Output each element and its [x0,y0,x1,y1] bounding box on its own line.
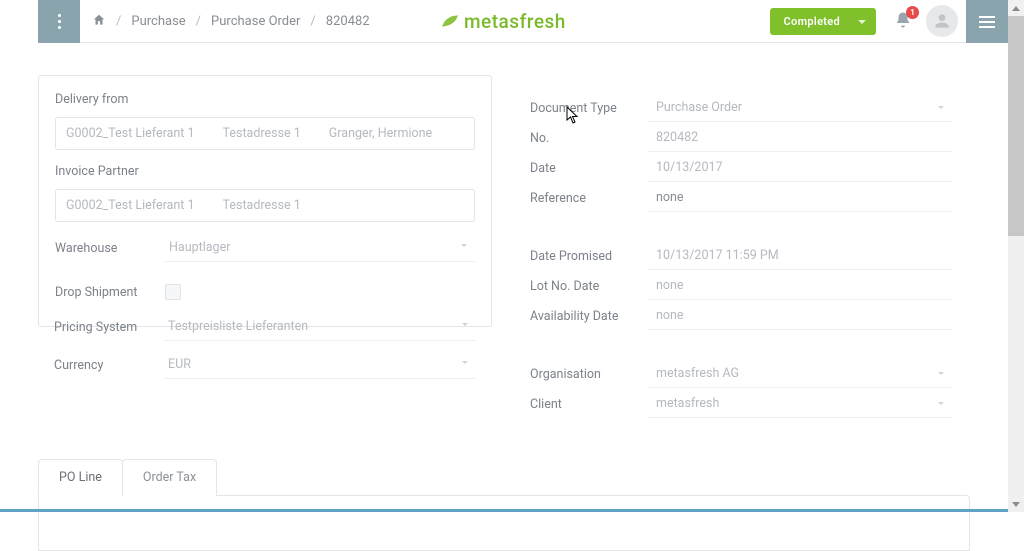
logo[interactable]: metasfresh [440,10,566,33]
breadcrumb-sep: / [310,14,315,29]
scroll-thumb[interactable] [1008,16,1024,236]
chevron-down-icon [461,244,467,247]
breadcrumb-item-docno: 820482 [326,14,370,29]
doc-status-label: Completed [784,15,840,28]
app-header: / Purchase / Purchase Order / 820482 met… [0,0,1008,43]
leaf-icon [440,10,460,33]
tab-panel [38,495,970,551]
organisation-select[interactable]: metasfresh AG [648,360,952,388]
avatar[interactable] [926,5,958,37]
tab-list: PO Line Order Tax [38,459,970,496]
date-field[interactable]: 10/13/2017 [648,154,952,182]
lot-no-date-field[interactable]: none [648,272,952,300]
pricing-block: Pricing System Testpreisliste Lieferante… [38,311,492,387]
pricing-system-value: Testpreisliste Lieferanten [168,319,308,334]
date-promised-label: Date Promised [530,249,648,264]
pricing-system-label: Pricing System [54,320,164,335]
drop-shipment-checkbox[interactable] [165,284,181,300]
scroll-up-button[interactable] [1008,0,1024,16]
reference-label: Reference [530,191,648,206]
more-icon [58,14,61,29]
breadcrumb-item-purchase-order[interactable]: Purchase Order [211,14,300,29]
document-details: Document Type Purchase Order No. 820482 … [530,93,960,419]
warehouse-value: Hauptlager [169,240,230,255]
notifications-button[interactable]: 1 [894,11,916,33]
warehouse-select[interactable]: Hauptlager [165,234,475,262]
organisation-label: Organisation [530,367,648,382]
side-panel-toggle[interactable] [966,0,1008,43]
client-select[interactable]: metasfresh [648,390,952,418]
client-label: Client [530,397,648,412]
breadcrumb-sep: / [116,14,121,29]
invoice-partner-label: Invoice Partner [55,164,475,179]
chevron-down-icon [938,402,944,405]
date-value: 10/13/2017 [656,160,723,175]
caret-down-icon [858,20,866,24]
breadcrumb-item-purchase[interactable]: Purchase [131,14,185,29]
notification-badge: 1 [906,6,919,19]
chevron-down-icon [462,361,468,364]
menu-toggle[interactable] [38,0,80,43]
delivery-partner: G0002_Test Lieferant 1 [66,126,195,141]
detail-tabs: PO Line Order Tax [38,459,970,551]
no-value: 820482 [656,130,698,145]
invoice-address: Testadresse 1 [223,198,301,213]
reference-field[interactable]: none [648,184,952,212]
availability-date-field[interactable]: none [648,302,952,330]
breadcrumb: / Purchase / Purchase Order / 820482 [92,0,370,43]
home-icon[interactable] [92,13,106,31]
no-field[interactable]: 820482 [648,124,952,152]
doc-type-value: Purchase Order [656,100,742,115]
warehouse-label: Warehouse [55,241,165,256]
scroll-down-button[interactable] [1008,496,1024,512]
logo-text: metasfresh [464,10,566,33]
currency-label: Currency [54,358,164,373]
hamburger-icon [979,16,995,28]
vertical-scrollbar[interactable] [1008,0,1024,512]
delivery-contact: Granger, Hermione [329,126,432,141]
delivery-from-label: Delivery from [55,92,475,107]
tab-po-line[interactable]: PO Line [38,459,123,496]
currency-select[interactable]: EUR [164,351,476,379]
availability-date-value: none [656,308,684,323]
invoice-partner: G0002_Test Lieferant 1 [66,198,195,213]
date-label: Date [530,161,648,176]
drop-shipment-label: Drop Shipment [55,285,165,300]
lot-no-date-value: none [656,278,684,293]
tab-order-tax[interactable]: Order Tax [122,459,217,496]
availability-date-label: Availability Date [530,309,648,324]
chevron-down-icon [938,106,944,109]
content-area: Delivery from G0002_Test Lieferant 1 Tes… [0,43,1008,512]
currency-value: EUR [168,357,191,372]
chevron-down-icon [938,372,944,375]
date-promised-value: 10/13/2017 11:59 PM [656,248,779,263]
doc-type-label: Document Type [530,101,648,116]
delivery-card: Delivery from G0002_Test Lieferant 1 Tes… [38,75,492,327]
invoice-partner-lookup[interactable]: G0002_Test Lieferant 1 Testadresse 1 [55,189,475,222]
header-left-spacer [0,0,38,43]
breadcrumb-sep: / [196,14,201,29]
lot-no-date-label: Lot No. Date [530,279,648,294]
doc-status-button[interactable]: Completed [770,8,876,35]
chevron-down-icon [462,323,468,326]
organisation-value: metasfresh AG [656,366,739,381]
date-promised-field[interactable]: 10/13/2017 11:59 PM [648,242,952,270]
pricing-system-select[interactable]: Testpreisliste Lieferanten [164,313,476,341]
delivery-from-lookup[interactable]: G0002_Test Lieferant 1 Testadresse 1 Gra… [55,117,475,150]
doc-type-select[interactable]: Purchase Order [648,94,952,122]
no-label: No. [530,131,648,146]
reference-value: none [656,190,684,205]
client-value: metasfresh [656,396,719,411]
delivery-address: Testadresse 1 [223,126,301,141]
